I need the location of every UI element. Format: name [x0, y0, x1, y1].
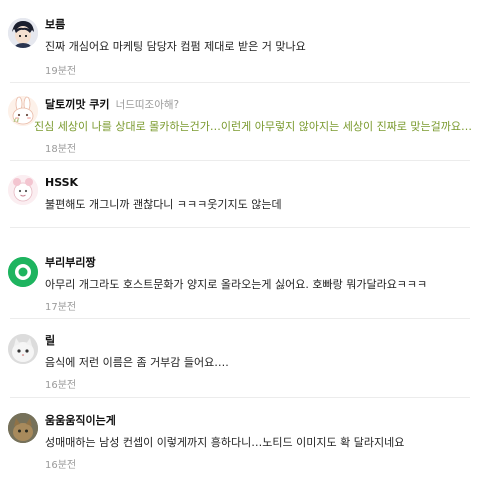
anime-character-avatar-icon: [8, 18, 38, 48]
divider: [10, 82, 470, 83]
avatar[interactable]: [8, 175, 38, 205]
comment-author[interactable]: 달토끼맛 쿠키 너드띠조아해?: [45, 96, 179, 112]
green-circle-avatar-icon: [8, 257, 38, 287]
avatar[interactable]: [8, 413, 38, 443]
avatar[interactable]: [8, 18, 38, 48]
comment-time: 16분전: [45, 460, 77, 471]
comment-author[interactable]: 부리부리짱: [45, 254, 96, 270]
comment-text: 아무리 개그라도 호스트문화가 양지로 올라오는게 싫어요. 호빠랑 뭐가달라요…: [45, 278, 428, 291]
comment-author[interactable]: HSSK: [45, 176, 78, 189]
comment-text: 진심 세상이 나를 상대로 몰카하는건가…이런게 아무렇지 않아지는 세상이 진…: [34, 120, 473, 133]
avatar[interactable]: [8, 257, 38, 287]
comment-author[interactable]: 릴: [45, 332, 55, 348]
comment-author[interactable]: 움움움직이는게: [45, 412, 116, 428]
character-avatar-icon: [8, 175, 38, 205]
comment-time: 19분전: [45, 66, 77, 77]
avatar[interactable]: [8, 334, 38, 364]
divider: [10, 397, 470, 398]
comment-author[interactable]: 보름: [45, 16, 65, 32]
svg-text:“: “: [12, 116, 20, 132]
comment-text: 성매매하는 남성 컨셉이 이렇게까지 흥하다니…노티드 이미지도 확 달라지네요: [45, 436, 405, 449]
comment-time: 18분전: [45, 144, 77, 155]
comment-text: 음식에 저런 이름은 좀 거부감 들어요….: [45, 356, 229, 369]
quote-icon: “: [10, 115, 26, 134]
comment-time: 16분전: [45, 380, 77, 391]
comment-text: 불편해도 개그니까 괜찮다니 ㅋㅋㅋ웃기지도 않는데: [45, 198, 282, 211]
comment-list: 보름 진짜 개심어요 마케팅 담당자 컴펌 제대로 받은 거 맞나요 19분전 …: [0, 0, 480, 477]
divider: [10, 227, 470, 228]
divider: [10, 160, 470, 161]
author-status: 너드띠조아해?: [115, 99, 180, 111]
cat-photo-avatar-icon: [8, 413, 38, 443]
comment-time: 17분전: [45, 302, 77, 313]
divider: [10, 318, 470, 319]
cat-photo-avatar-icon: [8, 334, 38, 364]
comment-text: 진짜 개심어요 마케팅 담당자 컴펌 제대로 받은 거 맞나요: [45, 40, 306, 53]
